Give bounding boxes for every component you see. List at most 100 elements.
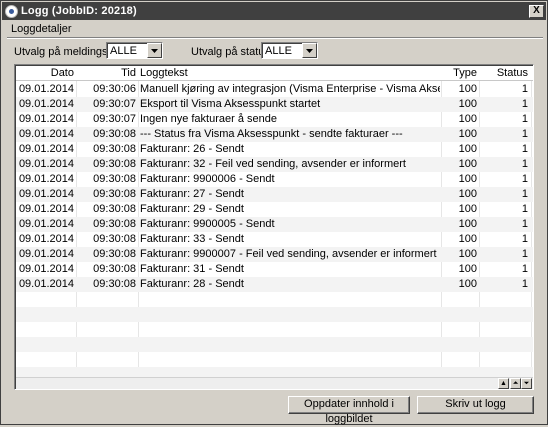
table-header: Dato Tid Loggtekst Type Status: [16, 66, 533, 81]
column-header-time[interactable]: Tid: [78, 67, 136, 79]
cell-type: 100: [458, 188, 477, 200]
empty-row: [16, 337, 533, 352]
refresh-log-button[interactable]: Oppdater innhold i loggbildet: [288, 396, 410, 425]
cell-status: 1: [521, 248, 528, 260]
cell-type: 100: [458, 218, 477, 230]
column-header-type[interactable]: Type: [444, 67, 477, 79]
cell-status: 1: [521, 278, 528, 290]
double-chevron-up-icon[interactable]: ▲: [498, 378, 509, 389]
group-title: Loggdetaljer: [11, 23, 72, 35]
message-type-value: ALLE: [110, 44, 137, 57]
column-header-logtext[interactable]: Loggtekst: [140, 67, 440, 79]
cell-date: 09.01.2014: [18, 113, 74, 125]
cell-logtext: Fakturanr: 9900006 - Sendt: [140, 173, 275, 185]
cell-date: 09.01.2014: [18, 233, 74, 245]
cell-type: 100: [458, 173, 477, 185]
cell-time: 09:30:08: [93, 203, 136, 215]
empty-row: [16, 322, 533, 337]
table-row[interactable]: 09.01.2014 09:30:08 Fakturanr: 26 - Sendt 1…: [16, 142, 533, 157]
cell-logtext: Fakturanr: 9900005 - Sendt: [140, 218, 275, 230]
cell-status: 1: [521, 233, 528, 245]
empty-row: [16, 352, 533, 367]
double-chevron-down-icon[interactable]: ⏷: [521, 378, 532, 389]
print-log-button[interactable]: Skriv ut logg: [417, 396, 534, 414]
table-row[interactable]: 09.01.2014 09:30:07 Eksport til Visma Akse…: [16, 97, 533, 112]
cell-type: 100: [458, 233, 477, 245]
cell-status: 1: [521, 218, 528, 230]
window-title: Logg (JobbID: 20218): [21, 5, 137, 17]
status-label: Utvalg på status: [191, 46, 270, 58]
table-row[interactable]: 09.01.2014 09:30:08 Fakturanr: 28 - Sendt 1…: [16, 277, 533, 292]
cell-status: 1: [521, 173, 528, 185]
cell-date: 09.01.2014: [18, 278, 74, 290]
cell-type: 100: [458, 143, 477, 155]
cell-logtext: Fakturanr: 9900007 - Feil ved sending, a…: [140, 248, 437, 260]
table-row[interactable]: 09.01.2014 09:30:07 Ingen nye fakturaer å …: [16, 112, 533, 127]
table-row[interactable]: 09.01.2014 09:30:08 Fakturanr: 32 - Feil v…: [16, 157, 533, 172]
table-row[interactable]: 09.01.2014 09:30:08 Fakturanr: 9900006 - S…: [16, 172, 533, 187]
column-header-status[interactable]: Status: [482, 67, 528, 79]
cell-time: 09:30:07: [93, 113, 136, 125]
cell-date: 09.01.2014: [18, 158, 74, 170]
cell-date: 09.01.2014: [18, 188, 74, 200]
cell-logtext: Fakturanr: 33 - Sendt: [140, 233, 244, 245]
cell-date: 09.01.2014: [18, 248, 74, 260]
cell-date: 09.01.2014: [18, 143, 74, 155]
cell-status: 1: [521, 83, 528, 95]
cell-status: 1: [521, 143, 528, 155]
cell-time: 09:30:08: [93, 218, 136, 230]
cell-date: 09.01.2014: [18, 263, 74, 275]
cell-type: 100: [458, 83, 477, 95]
cell-time: 09:30:08: [93, 173, 136, 185]
cell-logtext: Fakturanr: 32 - Feil ved sending, avsend…: [140, 158, 406, 170]
cell-logtext: Fakturanr: 28 - Sendt: [140, 278, 244, 290]
cell-status: 1: [521, 128, 528, 140]
cell-type: 100: [458, 158, 477, 170]
cell-status: 1: [521, 158, 528, 170]
app-icon: [5, 4, 18, 18]
title-bar[interactable]: Logg (JobbID: 20218) X: [2, 2, 546, 20]
table-row[interactable]: 09.01.2014 09:30:08 --- Status fra Visma A…: [16, 127, 533, 142]
horizontal-scrollbar[interactable]: ▲ ⏶ ⏷: [16, 377, 533, 389]
cell-logtext: Manuell kjøring av integrasjon (Visma En…: [140, 83, 440, 95]
table-row[interactable]: 09.01.2014 09:30:08 Fakturanr: 33 - Sendt 1…: [16, 232, 533, 247]
cell-type: 100: [458, 248, 477, 260]
cell-time: 09:30:08: [93, 233, 136, 245]
table-row[interactable]: 09.01.2014 09:30:08 Fakturanr: 29 - Sendt 1…: [16, 202, 533, 217]
table-row[interactable]: 09.01.2014 09:30:08 Fakturanr: 9900007 - F…: [16, 247, 533, 262]
cell-status: 1: [521, 113, 528, 125]
table-row[interactable]: 09.01.2014 09:30:06 Manuell kjøring av int…: [16, 82, 533, 97]
cell-time: 09:30:08: [93, 248, 136, 260]
cell-logtext: Fakturanr: 29 - Sendt: [140, 203, 244, 215]
log-window: Logg (JobbID: 20218) X Loggdetaljer Utva…: [0, 0, 548, 425]
cell-type: 100: [458, 203, 477, 215]
message-type-select[interactable]: ALLE: [106, 42, 163, 59]
cell-logtext: Ingen nye fakturaer å sende: [140, 113, 277, 125]
cell-time: 09:30:08: [93, 188, 136, 200]
cell-logtext: Fakturanr: 27 - Sendt: [140, 188, 244, 200]
cell-status: 1: [521, 98, 528, 110]
table-row[interactable]: 09.01.2014 09:30:08 Fakturanr: 31 - Sendt 1…: [16, 262, 533, 277]
cell-status: 1: [521, 188, 528, 200]
cell-type: 100: [458, 113, 477, 125]
cell-type: 100: [458, 278, 477, 290]
close-button[interactable]: X: [529, 4, 544, 18]
cell-type: 100: [458, 128, 477, 140]
chevron-down-icon[interactable]: [302, 43, 317, 58]
cell-date: 09.01.2014: [18, 173, 74, 185]
group-divider: [7, 37, 543, 39]
cell-logtext: Fakturanr: 26 - Sendt: [140, 143, 244, 155]
double-chevron-up-icon[interactable]: ⏶: [510, 378, 521, 389]
table-row[interactable]: 09.01.2014 09:30:08 Fakturanr: 9900005 - S…: [16, 217, 533, 232]
chevron-down-icon[interactable]: [147, 43, 162, 58]
cell-time: 09:30:06: [93, 83, 136, 95]
column-header-date[interactable]: Dato: [16, 67, 74, 79]
cell-time: 09:30:08: [93, 278, 136, 290]
cell-time: 09:30:08: [93, 158, 136, 170]
cell-logtext: Fakturanr: 31 - Sendt: [140, 263, 244, 275]
log-table[interactable]: Dato Tid Loggtekst Type Status 09.01.201…: [14, 64, 534, 390]
status-select[interactable]: ALLE: [261, 42, 318, 59]
table-row[interactable]: 09.01.2014 09:30:08 Fakturanr: 27 - Sendt 1…: [16, 187, 533, 202]
cell-time: 09:30:08: [93, 143, 136, 155]
cell-time: 09:30:08: [93, 263, 136, 275]
